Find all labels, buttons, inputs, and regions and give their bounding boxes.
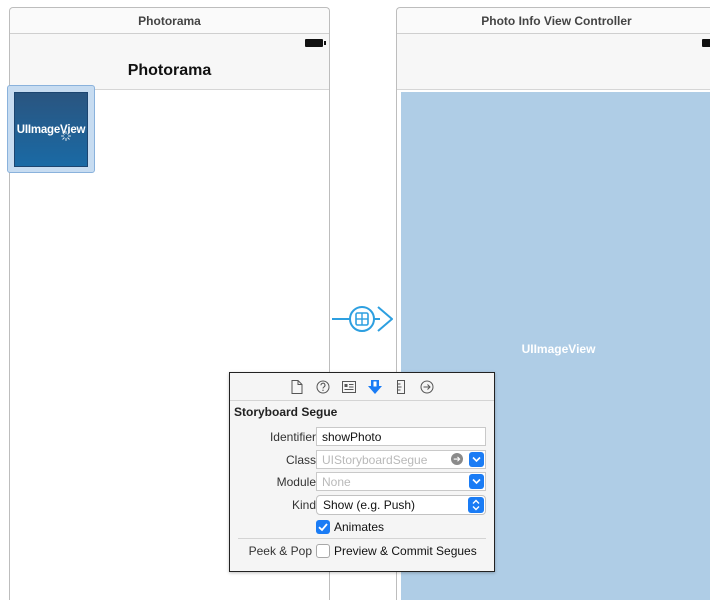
inspector-tabbar (230, 373, 494, 401)
activity-indicator-icon (61, 131, 71, 141)
kind-label: Kind (291, 498, 316, 512)
attributes-inspector: Storyboard Segue Identifier showPhoto Cl… (229, 372, 495, 572)
kind-value: Show (e.g. Push) (323, 498, 416, 512)
navigation-bar-right[interactable] (397, 34, 710, 90)
interface-builder-canvas: Photorama Photorama UIImageView Photo In… (0, 0, 710, 600)
attributes-inspector-icon[interactable] (366, 378, 384, 396)
class-label: Class (285, 453, 316, 467)
segue-icon[interactable] (346, 302, 396, 336)
divider (238, 538, 486, 539)
animates-label[interactable]: Animates (334, 520, 384, 534)
class-field[interactable]: UIStoryboardSegue ➔ (316, 450, 486, 469)
kind-popup[interactable]: Show (e.g. Push) (316, 495, 486, 515)
image-view-cell[interactable]: UIImageView (14, 92, 88, 167)
module-field[interactable]: None (316, 472, 486, 491)
class-placeholder: UIStoryboardSegue (322, 453, 428, 467)
chevron-down-icon[interactable] (469, 474, 484, 489)
animates-checkbox[interactable] (316, 520, 330, 534)
scene-title-photo-info[interactable]: Photo Info View Controller (397, 8, 710, 34)
module-placeholder: None (322, 475, 351, 489)
battery-icon (305, 39, 326, 47)
identifier-label: Identifier (269, 430, 316, 444)
identifier-field[interactable]: showPhoto (316, 427, 486, 446)
battery-icon (702, 39, 710, 47)
class-row: Class UIStoryboardSegue ➔ (230, 450, 496, 470)
preview-commit-checkbox[interactable] (316, 544, 330, 558)
size-inspector-icon[interactable] (392, 378, 410, 396)
image-view-selection[interactable]: UIImageView (7, 85, 95, 173)
connections-inspector-icon[interactable] (418, 378, 436, 396)
module-row: Module None (230, 472, 496, 492)
identifier-row: Identifier showPhoto (230, 427, 496, 447)
quick-help-icon[interactable] (314, 378, 332, 396)
file-inspector-icon[interactable] (288, 378, 306, 396)
image-view-label: UIImageView (16, 123, 86, 136)
scene-title-photorama[interactable]: Photorama (10, 8, 329, 34)
chevron-down-icon[interactable] (469, 452, 484, 467)
identity-inspector-icon[interactable] (340, 378, 358, 396)
kind-row: Kind Show (e.g. Push) (230, 495, 496, 515)
navigation-bar[interactable]: Photorama (10, 34, 329, 90)
module-label: Module (276, 475, 316, 489)
preview-commit-label[interactable]: Preview & Commit Segues (334, 544, 477, 558)
section-title: Storyboard Segue (234, 405, 338, 419)
image-view-label: UIImageView (521, 342, 596, 356)
up-down-chevron-icon[interactable] (468, 497, 484, 513)
peek-pop-label: Peek & Pop (248, 544, 312, 558)
nav-title[interactable]: Photorama (10, 62, 329, 80)
go-to-class-icon[interactable]: ➔ (451, 453, 463, 465)
